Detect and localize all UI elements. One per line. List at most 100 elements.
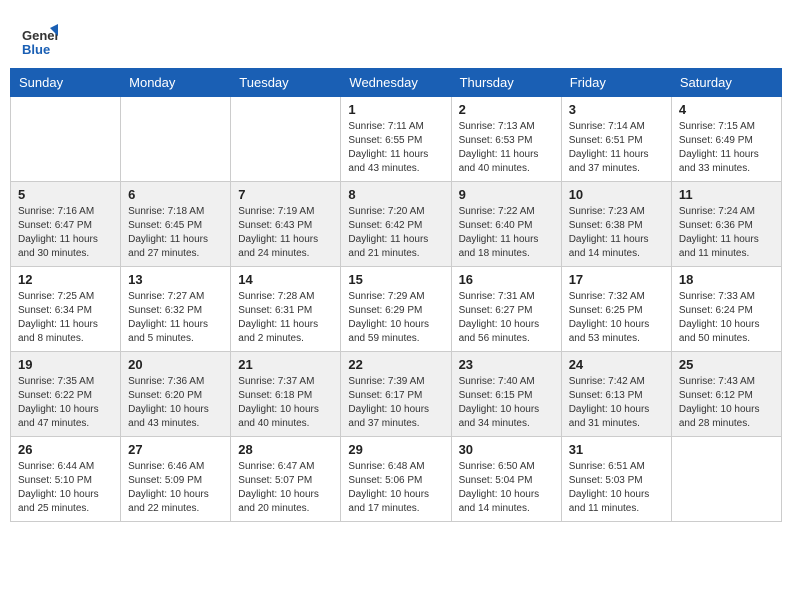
calendar-cell [231,97,341,182]
day-info: Sunrise: 7:22 AM Sunset: 6:40 PM Dayligh… [459,205,554,261]
day-info: Sunrise: 7:42 AM Sunset: 6:13 PM Dayligh… [569,375,664,431]
calendar-cell: 7 Sunrise: 7:19 AM Sunset: 6:43 PM Daylig… [231,182,341,267]
day-info: Sunrise: 7:18 AM Sunset: 6:45 PM Dayligh… [128,205,223,261]
day-info: Sunrise: 7:15 AM Sunset: 6:49 PM Dayligh… [679,120,774,176]
day-info: Sunrise: 7:11 AM Sunset: 6:55 PM Dayligh… [348,120,443,176]
day-number: 16 [459,272,554,287]
day-number: 9 [459,187,554,202]
day-number: 11 [679,187,774,202]
calendar-cell: 20 Sunrise: 7:36 AM Sunset: 6:20 PM Dayli… [121,352,231,437]
calendar-cell: 6 Sunrise: 7:18 AM Sunset: 6:45 PM Daylig… [121,182,231,267]
calendar-cell: 24 Sunrise: 7:42 AM Sunset: 6:13 PM Dayli… [561,352,671,437]
calendar-cell: 18 Sunrise: 7:33 AM Sunset: 6:24 PM Dayli… [671,267,781,352]
day-info: Sunrise: 7:28 AM Sunset: 6:31 PM Dayligh… [238,290,333,346]
calendar-cell [121,97,231,182]
calendar-cell: 12Sunrise: 7:25 AM Sunset: 6:34 PM Dayli… [11,267,121,352]
calendar-cell: 22 Sunrise: 7:39 AM Sunset: 6:17 PM Dayli… [341,352,451,437]
svg-text:Blue: Blue [22,42,50,57]
day-info: Sunrise: 6:44 AM Sunset: 5:10 PM Dayligh… [18,460,113,516]
calendar-cell: 4 Sunrise: 7:15 AM Sunset: 6:49 PM Daylig… [671,97,781,182]
calendar-cell: 19 Sunrise: 7:35 AM Sunset: 6:22 PM Dayli… [11,352,121,437]
day-info: Sunrise: 7:23 AM Sunset: 6:38 PM Dayligh… [569,205,664,261]
calendar-cell: 1 Sunrise: 7:11 AM Sunset: 6:55 PM Daylig… [341,97,451,182]
calendar-cell [671,437,781,522]
calendar-week-4: 19 Sunrise: 7:35 AM Sunset: 6:22 PM Dayli… [11,352,782,437]
day-info: Sunrise: 7:29 AM Sunset: 6:29 PM Dayligh… [348,290,443,346]
day-number: 6 [128,187,223,202]
day-number: 19 [18,357,113,372]
day-info: Sunrise: 7:14 AM Sunset: 6:51 PM Dayligh… [569,120,664,176]
day-header-monday: Monday [121,69,231,97]
calendar-cell: 13 Sunrise: 7:27 AM Sunset: 6:32 PM Dayli… [121,267,231,352]
calendar-cell: 3 Sunrise: 7:14 AM Sunset: 6:51 PM Daylig… [561,97,671,182]
day-number: 2 [459,102,554,117]
day-info: Sunrise: 6:46 AM Sunset: 5:09 PM Dayligh… [128,460,223,516]
day-number: 23 [459,357,554,372]
day-info: Sunrise: 6:50 AM Sunset: 5:04 PM Dayligh… [459,460,554,516]
day-info: Sunrise: 7:36 AM Sunset: 6:20 PM Dayligh… [128,375,223,431]
day-info: Sunrise: 7:35 AM Sunset: 6:22 PM Dayligh… [18,375,113,431]
day-info: Sunrise: 7:33 AM Sunset: 6:24 PM Dayligh… [679,290,774,346]
day-header-saturday: Saturday [671,69,781,97]
day-info: Sunrise: 7:13 AM Sunset: 6:53 PM Dayligh… [459,120,554,176]
day-info: Sunrise: 7:16 AM Sunset: 6:47 PM Dayligh… [18,205,113,261]
day-info: Sunrise: 6:51 AM Sunset: 5:03 PM Dayligh… [569,460,664,516]
day-header-tuesday: Tuesday [231,69,341,97]
calendar-cell: 29Sunrise: 6:48 AM Sunset: 5:06 PM Dayli… [341,437,451,522]
day-number: 21 [238,357,333,372]
day-number: 18 [679,272,774,287]
logo-icon: General Blue [20,20,58,58]
day-number: 22 [348,357,443,372]
calendar-week-5: 26Sunrise: 6:44 AM Sunset: 5:10 PM Dayli… [11,437,782,522]
day-number: 13 [128,272,223,287]
day-number: 17 [569,272,664,287]
day-header-sunday: Sunday [11,69,121,97]
day-number: 20 [128,357,223,372]
day-number: 31 [569,442,664,457]
day-number: 12 [18,272,113,287]
day-info: Sunrise: 6:48 AM Sunset: 5:06 PM Dayligh… [348,460,443,516]
calendar-cell: 31 Sunrise: 6:51 AM Sunset: 5:03 PM Dayli… [561,437,671,522]
day-number: 28 [238,442,333,457]
calendar-cell: 23Sunrise: 7:40 AM Sunset: 6:15 PM Dayli… [451,352,561,437]
calendar-cell: 26Sunrise: 6:44 AM Sunset: 5:10 PM Dayli… [11,437,121,522]
day-info: Sunrise: 6:47 AM Sunset: 5:07 PM Dayligh… [238,460,333,516]
calendar-cell [11,97,121,182]
day-info: Sunrise: 7:31 AM Sunset: 6:27 PM Dayligh… [459,290,554,346]
page-header: General Blue [10,10,782,68]
day-number: 7 [238,187,333,202]
day-number: 15 [348,272,443,287]
day-number: 14 [238,272,333,287]
calendar-cell: 14 Sunrise: 7:28 AM Sunset: 6:31 PM Dayli… [231,267,341,352]
calendar-cell: 2 Sunrise: 7:13 AM Sunset: 6:53 PM Daylig… [451,97,561,182]
day-header-friday: Friday [561,69,671,97]
day-header-thursday: Thursday [451,69,561,97]
calendar-cell: 27Sunrise: 6:46 AM Sunset: 5:09 PM Dayli… [121,437,231,522]
calendar-cell: 21 Sunrise: 7:37 AM Sunset: 6:18 PM Dayli… [231,352,341,437]
calendar-cell: 28 Sunrise: 6:47 AM Sunset: 5:07 PM Dayli… [231,437,341,522]
calendar-cell: 15 Sunrise: 7:29 AM Sunset: 6:29 PM Dayli… [341,267,451,352]
day-number: 4 [679,102,774,117]
day-number: 24 [569,357,664,372]
calendar-cell: 17Sunrise: 7:32 AM Sunset: 6:25 PM Dayli… [561,267,671,352]
day-number: 8 [348,187,443,202]
day-info: Sunrise: 7:43 AM Sunset: 6:12 PM Dayligh… [679,375,774,431]
day-info: Sunrise: 7:19 AM Sunset: 6:43 PM Dayligh… [238,205,333,261]
calendar-cell: 11Sunrise: 7:24 AM Sunset: 6:36 PM Dayli… [671,182,781,267]
day-info: Sunrise: 7:27 AM Sunset: 6:32 PM Dayligh… [128,290,223,346]
calendar-cell: 9 Sunrise: 7:22 AM Sunset: 6:40 PM Daylig… [451,182,561,267]
logo: General Blue [20,20,58,58]
day-info: Sunrise: 7:39 AM Sunset: 6:17 PM Dayligh… [348,375,443,431]
day-number: 30 [459,442,554,457]
day-number: 3 [569,102,664,117]
calendar-header-row: SundayMondayTuesdayWednesdayThursdayFrid… [11,69,782,97]
day-number: 25 [679,357,774,372]
day-info: Sunrise: 7:37 AM Sunset: 6:18 PM Dayligh… [238,375,333,431]
day-number: 1 [348,102,443,117]
calendar-cell: 16 Sunrise: 7:31 AM Sunset: 6:27 PM Dayli… [451,267,561,352]
calendar-week-1: 1 Sunrise: 7:11 AM Sunset: 6:55 PM Daylig… [11,97,782,182]
calendar-week-2: 5Sunrise: 7:16 AM Sunset: 6:47 PM Daylig… [11,182,782,267]
calendar-cell: 5Sunrise: 7:16 AM Sunset: 6:47 PM Daylig… [11,182,121,267]
calendar-cell: 30 Sunrise: 6:50 AM Sunset: 5:04 PM Dayli… [451,437,561,522]
day-info: Sunrise: 7:20 AM Sunset: 6:42 PM Dayligh… [348,205,443,261]
